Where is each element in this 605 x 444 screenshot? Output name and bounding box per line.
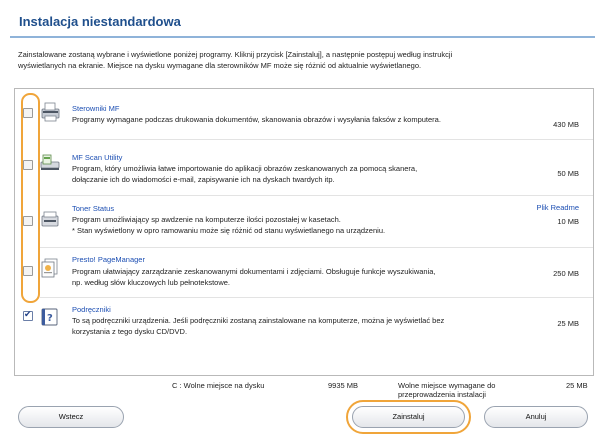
- instructions-text: Zainstalowane zostaną wybrane i wyświetl…: [18, 49, 588, 71]
- svg-text:?: ?: [47, 313, 53, 324]
- scan-utility-name: MF Scan Utility: [72, 153, 123, 162]
- list-item-mf-drivers: Sterowniki MF Programy wymagane podczas …: [15, 95, 593, 135]
- instructions-line-2: wyświetlanych na ekranie. Miejsce na dys…: [18, 61, 422, 70]
- pagemanager-desc-2: np. według słów kluczowych lub pełnoteks…: [72, 278, 231, 287]
- divider: [40, 247, 593, 248]
- mf-drivers-size: 430 MB: [553, 120, 579, 129]
- mf-drivers-desc: Programy wymagane podczas drukowania dok…: [72, 115, 441, 124]
- divider: [40, 297, 593, 298]
- manuals-desc-2: korzystania z tego dysku CD/DVD.: [72, 327, 188, 336]
- manuals-desc-1: To są podręczniki urządzenia. Jeśli podr…: [72, 316, 445, 325]
- scan-utility-size: 50 MB: [557, 169, 579, 178]
- pagemanager-desc-1: Program ułatwiający zarządzanie zeskanow…: [72, 267, 436, 276]
- toner-icon: [39, 208, 61, 228]
- instructions-line-1: Zainstalowane zostaną wybrane i wyświetl…: [18, 50, 453, 59]
- required-space-label-2: przeprowadzenia instalacji: [398, 390, 486, 399]
- back-button[interactable]: Wstecz: [18, 406, 124, 428]
- toner-status-desc-1: Program umożliwiający sp awdzenie na kom…: [72, 215, 341, 224]
- required-space-label-1: Wolne miejsce wymagane do: [398, 381, 496, 390]
- pagemanager-name: Presto! PageManager: [72, 255, 145, 264]
- install-button[interactable]: Zainstaluj: [352, 406, 465, 428]
- documents-icon: [39, 257, 61, 278]
- toner-readme-link[interactable]: Plik Readme: [536, 203, 579, 212]
- pagemanager-size: 250 MB: [553, 269, 579, 278]
- toner-status-name: Toner Status: [72, 204, 115, 213]
- list-item-pagemanager: Presto! PageManager Program ułatwiający …: [15, 249, 593, 297]
- scanner-icon: [39, 151, 61, 171]
- unchecked-items-highlight: [21, 93, 40, 303]
- page-title: Instalacja niestandardowa: [19, 14, 181, 29]
- scan-utility-desc-1: Program, który umożliwia łatwe importowa…: [72, 164, 418, 173]
- required-space-value: 25 MB: [566, 381, 588, 390]
- divider: [40, 139, 593, 140]
- list-item-manuals: ? Podręczniki To są podręczniki urządzen…: [15, 301, 593, 341]
- divider: [40, 195, 593, 196]
- printer-icon: [39, 101, 61, 122]
- list-item-scan-utility: MF Scan Utility Program, który umożliwia…: [15, 145, 593, 195]
- free-space-value: 9935 MB: [328, 381, 359, 390]
- toner-status-size: 10 MB: [557, 217, 579, 226]
- list-item-toner-status: Toner Status Plik Readme Program umożliw…: [15, 200, 593, 248]
- manuals-checkbox[interactable]: [23, 309, 33, 321]
- manual-icon: ?: [39, 306, 61, 326]
- header: Instalacja niestandardowa: [10, 8, 595, 38]
- cancel-button[interactable]: Anuluj: [484, 406, 588, 428]
- manuals-name: Podręczniki: [72, 305, 111, 314]
- program-list: Sterowniki MF Programy wymagane podczas …: [14, 88, 594, 376]
- scan-utility-desc-2: dołączanie ich do wiadomości e-mail, zap…: [72, 175, 335, 184]
- mf-drivers-name: Sterowniki MF: [72, 104, 120, 113]
- manuals-size: 25 MB: [557, 319, 579, 328]
- toner-status-desc-2: * Stan wyświetlony w opro ramowaniu może…: [72, 226, 386, 235]
- free-space-label: C : Wolne miejsce na dysku: [172, 381, 265, 390]
